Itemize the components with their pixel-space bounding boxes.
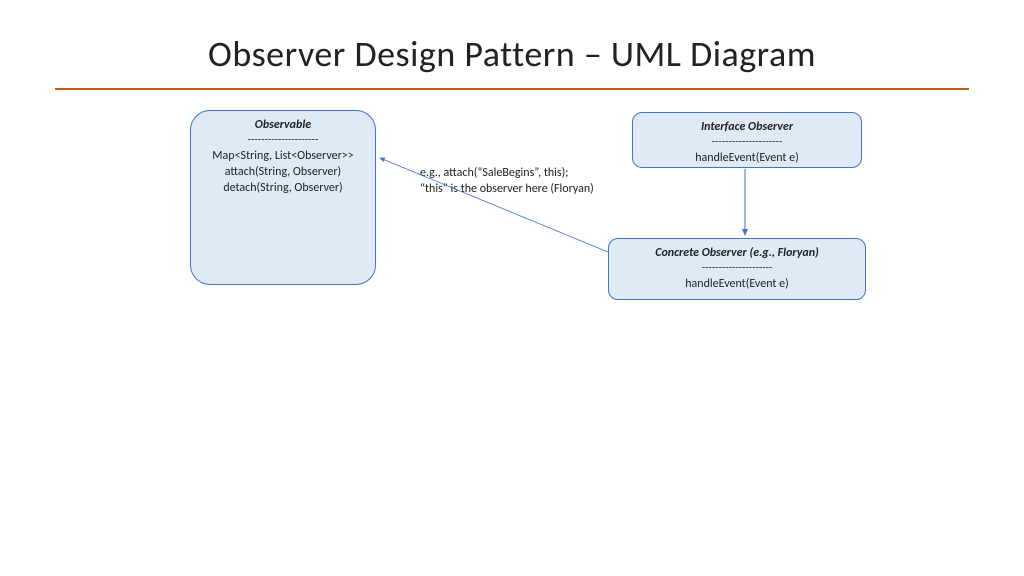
annotation-line: “this” is the observer here (Floryan)	[420, 182, 594, 198]
box-title: Interface Observer	[641, 119, 853, 135]
box-line: attach(String, Observer)	[199, 164, 367, 180]
box-separator: ---------------------	[641, 135, 853, 150]
box-title: Concrete Observer (e.g., Floryan)	[617, 245, 857, 261]
arrows-svg	[0, 0, 1024, 576]
title-underline	[55, 88, 969, 90]
box-title: Observable	[199, 117, 367, 133]
annotation-line: e.g., attach(“SaleBegins”, this);	[420, 166, 594, 182]
box-line: detach(String, Observer)	[199, 180, 367, 196]
annotation-text: e.g., attach(“SaleBegins”, this); “this”…	[420, 166, 594, 197]
uml-box-concrete-observer: Concrete Observer (e.g., Floryan) ------…	[608, 238, 866, 300]
box-separator: ---------------------	[617, 261, 857, 276]
box-line: handleEvent(Event e)	[641, 150, 853, 166]
box-line: handleEvent(Event e)	[617, 276, 857, 292]
box-separator: ---------------------	[199, 133, 367, 148]
box-line: Map<String, List<Observer>>	[199, 148, 367, 164]
uml-box-observer-interface: Interface Observer ---------------------…	[632, 112, 862, 168]
page-title: Observer Design Pattern – UML Diagram	[0, 32, 1024, 76]
uml-box-observable: Observable --------------------- Map<Str…	[190, 110, 376, 285]
